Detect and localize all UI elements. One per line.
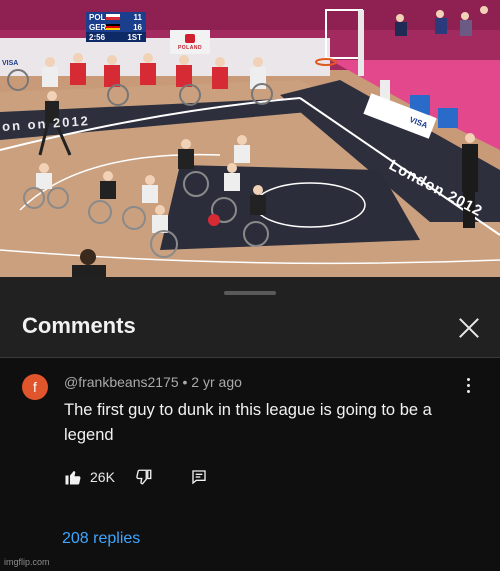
- poland-flag-icon: [106, 14, 120, 20]
- thumbs-down-icon: [136, 469, 152, 485]
- comment-meta: @frankbeans2175 • 2 yr ago: [64, 374, 242, 390]
- comment-text: The first guy to dunk in this league is …: [64, 401, 432, 444]
- scoreboard-away-row: GER 16: [86, 22, 146, 32]
- like-button[interactable]: 26K: [64, 468, 115, 486]
- thumbs-up-icon: [65, 471, 81, 485]
- visa-ad-text: VISA: [2, 60, 19, 67]
- dislike-button[interactable]: [135, 468, 153, 486]
- germany-flag-icon: [106, 24, 120, 30]
- scoreboard-home-row: POL 11: [86, 12, 146, 22]
- home-score: 11: [133, 12, 142, 22]
- view-replies-link[interactable]: 208 replies: [62, 530, 140, 548]
- drag-handle[interactable]: [224, 291, 276, 295]
- watermark: imgflip.com: [4, 557, 50, 567]
- like-count: 26K: [90, 469, 115, 485]
- poland-banner: POLAND: [170, 30, 210, 54]
- more-options-icon[interactable]: [466, 378, 472, 396]
- sheet-title: Comments: [22, 313, 136, 338]
- scoreboard-clock-row: 2:56 1ST: [86, 32, 146, 42]
- avatar[interactable]: f: [22, 374, 48, 400]
- game-period: 1ST: [127, 32, 142, 42]
- scoreboard: POL 11 GER 16 2:56 1ST: [86, 12, 146, 42]
- reply-icon: [192, 470, 206, 485]
- comment-item: f @frankbeans2175 • 2 yr ago The first g…: [0, 358, 500, 571]
- comments-sheet: Comments f @frankbeans2175 • 2 yr ago Th…: [0, 277, 500, 571]
- away-score: 16: [133, 22, 142, 32]
- comment-actions: 26K: [64, 466, 207, 488]
- away-team: GER: [89, 22, 107, 32]
- home-team: POL: [89, 12, 106, 22]
- close-icon[interactable]: [456, 315, 482, 341]
- video-frame[interactable]: POL 11 GER 16 2:56 1ST POLAND VISA on on…: [0, 0, 500, 277]
- video-scene: [0, 0, 500, 277]
- game-clock: 2:56: [89, 32, 106, 42]
- reply-button[interactable]: [191, 469, 207, 485]
